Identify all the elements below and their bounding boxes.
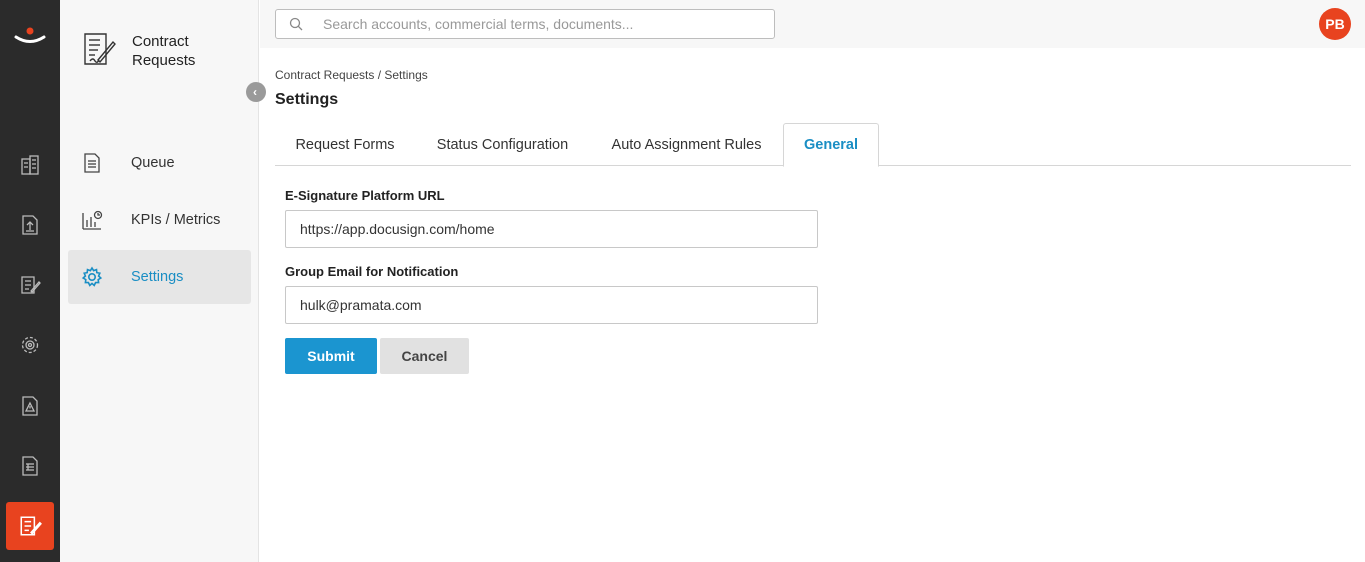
submit-button[interactable]: Submit	[285, 338, 377, 374]
collapse-sidebar-button[interactable]: ‹	[246, 82, 266, 102]
contract-requests-icon[interactable]	[6, 502, 54, 550]
tab-auto-assignment-rules[interactable]: Auto Assignment Rules	[590, 123, 783, 166]
page-title: Settings	[275, 91, 339, 108]
breadcrumb: Contract Requests / Settings	[275, 68, 428, 82]
sidebar-item-kpis[interactable]: KPIs / Metrics	[68, 193, 251, 247]
contract-document-icon	[84, 33, 116, 65]
logo-icon[interactable]	[12, 24, 48, 48]
search-input[interactable]	[323, 16, 763, 32]
cancel-button[interactable]: Cancel	[380, 338, 469, 374]
app-title: Contract Requests	[132, 33, 196, 69]
document-edit-icon[interactable]	[14, 269, 46, 301]
document-upload-icon[interactable]	[14, 209, 46, 241]
group-email-label: Group Email for Notification	[285, 264, 459, 279]
sidebar-item-label: Queue	[131, 155, 175, 171]
buildings-icon[interactable]	[14, 149, 46, 181]
chart-icon	[80, 208, 104, 232]
sidebar-item-label: KPIs / Metrics	[131, 212, 221, 228]
warning-document-icon[interactable]	[14, 390, 46, 422]
settings-tabs: Request Forms Status Configuration Auto …	[275, 123, 1351, 167]
tab-status-configuration[interactable]: Status Configuration	[415, 123, 590, 166]
sidebar: Contract Requests Queue KPIs / Metrics S…	[60, 0, 259, 562]
document-list-icon[interactable]	[14, 450, 46, 482]
esignature-url-label: E-Signature Platform URL	[285, 188, 445, 203]
chevron-left-icon: ‹	[253, 85, 257, 99]
avatar[interactable]: PB	[1319, 8, 1351, 40]
sidebar-item-label: Settings	[131, 269, 184, 285]
app-header: Contract Requests	[80, 30, 222, 70]
sidebar-item-queue[interactable]: Queue	[68, 136, 251, 190]
sidebar-item-settings[interactable]: Settings	[68, 250, 251, 304]
gear-network-icon[interactable]	[14, 329, 46, 361]
app-rail	[0, 0, 60, 562]
group-email-input[interactable]	[285, 286, 818, 324]
tab-request-forms[interactable]: Request Forms	[275, 123, 415, 166]
search-box	[275, 9, 775, 39]
gear-icon	[80, 265, 104, 289]
document-icon	[80, 151, 104, 175]
tab-general[interactable]: General	[783, 123, 879, 167]
top-bar: PB	[260, 0, 1365, 48]
search-icon	[289, 17, 303, 31]
esignature-url-input[interactable]	[285, 210, 818, 248]
